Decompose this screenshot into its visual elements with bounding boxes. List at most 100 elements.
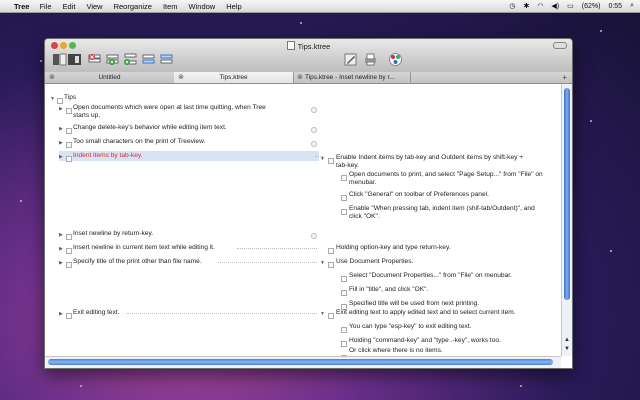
list-item-selected[interactable]: Indent items by tab-key.: [73, 151, 143, 161]
disclosure-triangle-icon[interactable]: ▼: [320, 311, 325, 317]
list-item[interactable]: Exit editing text.: [73, 308, 120, 318]
item-checkbox[interactable]: [66, 313, 72, 319]
vertical-scrollbar[interactable]: ▲ ▼: [561, 84, 572, 356]
item-checkbox[interactable]: [66, 262, 72, 268]
disclosure-triangle-icon[interactable]: ▶: [59, 154, 63, 160]
horizontal-scrollbar[interactable]: [45, 356, 561, 368]
tab-close-icon[interactable]: ⊗: [49, 72, 55, 83]
battery-icon[interactable]: ▭: [567, 2, 574, 10]
view-mode-outline-icon[interactable]: [67, 52, 82, 67]
item-checkbox[interactable]: [66, 128, 72, 134]
delete-item-icon[interactable]: [87, 52, 102, 67]
note-icon[interactable]: [311, 141, 317, 147]
disclosure-triangle-icon[interactable]: ▶: [59, 126, 63, 132]
disclosure-triangle-icon[interactable]: ▼: [50, 96, 55, 102]
list-item[interactable]: Change delete-key's behavior while editi…: [73, 123, 227, 133]
colors-icon[interactable]: [388, 52, 403, 67]
child-item[interactable]: Holding "command-key" and "type .-key", …: [349, 336, 501, 346]
spotlight-icon[interactable]: ⌕: [630, 2, 634, 10]
list-item[interactable]: Inset newline by return-key.: [73, 229, 153, 239]
menu-edit[interactable]: Edit: [63, 2, 76, 11]
item-checkbox[interactable]: [66, 142, 72, 148]
add-child-icon[interactable]: [123, 52, 138, 67]
disclosure-triangle-icon[interactable]: ▶: [59, 140, 63, 146]
bluetooth-icon[interactable]: ✱: [523, 2, 529, 10]
add-tab-icon[interactable]: +: [562, 72, 567, 83]
time-machine-icon[interactable]: ◷: [509, 2, 515, 10]
indent-icon[interactable]: [141, 52, 156, 67]
disclosure-triangle-icon[interactable]: ▶: [59, 106, 63, 112]
item-checkbox[interactable]: [341, 327, 347, 333]
item-checkbox[interactable]: [66, 156, 72, 162]
tab-untitled[interactable]: ⊗ Untitled: [45, 72, 175, 83]
volume-icon[interactable]: ◀): [551, 2, 559, 10]
tab-tips-inset-newline[interactable]: ⊗ Tips.ktree - Inset newline by r...: [293, 72, 411, 83]
disclosure-triangle-icon[interactable]: ▼: [320, 156, 325, 162]
item-checkbox[interactable]: [341, 175, 347, 181]
child-item[interactable]: You can type "esp-key" to exit editing t…: [349, 322, 471, 332]
wifi-icon[interactable]: ◠: [537, 2, 543, 10]
disclosure-triangle-icon[interactable]: ▼: [320, 260, 325, 266]
print-icon[interactable]: [363, 52, 378, 67]
disclosure-triangle-icon[interactable]: ▶: [59, 246, 63, 252]
menu-reorganize[interactable]: Reorganize: [114, 2, 152, 11]
scroll-down-arrow-icon[interactable]: ▼: [564, 346, 570, 352]
menu-file[interactable]: File: [39, 2, 51, 11]
view-mode-tree-icon[interactable]: [52, 52, 67, 67]
child-item[interactable]: Fill in "title", and click "OK".: [349, 285, 428, 295]
child-item[interactable]: Or click where there is no items.: [349, 346, 443, 356]
child-item[interactable]: Click "General" on toolbar of Preference…: [349, 190, 489, 200]
item-checkbox[interactable]: [328, 262, 334, 268]
note-icon[interactable]: [311, 233, 317, 239]
item-checkbox[interactable]: [66, 234, 72, 240]
item-checkbox[interactable]: [328, 158, 334, 164]
tab-close-icon[interactable]: ⊗: [178, 72, 184, 83]
outdent-icon[interactable]: [159, 52, 174, 67]
child-item[interactable]: Use Document Properties.: [336, 257, 413, 267]
child-item[interactable]: Enable Indent items by tab-key and Outde…: [336, 153, 523, 163]
child-item[interactable]: Select "Document Properties..." from "Fi…: [349, 271, 512, 281]
title-bar: Tips.ktree: [45, 39, 572, 73]
tab-tips[interactable]: ⊗ Tips.ktree: [174, 72, 294, 83]
child-item[interactable]: Holding option-key and type return-key.: [336, 243, 451, 253]
document-window: Tips.ktree ⊗ Untitled ⊗ Tips.ktree ⊗ Tips.k…: [44, 38, 573, 369]
item-checkbox[interactable]: [341, 195, 347, 201]
edit-note-icon[interactable]: [343, 52, 358, 67]
item-checkbox[interactable]: [341, 276, 347, 282]
list-item[interactable]: Open documents which were open at last t…: [73, 103, 266, 113]
list-item[interactable]: Specify title of the print other than fi…: [73, 257, 202, 267]
clock[interactable]: 0:55: [608, 3, 622, 10]
item-checkbox[interactable]: [66, 108, 72, 114]
item-checkbox[interactable]: [328, 248, 334, 254]
connector-line: [218, 262, 317, 263]
menu-bar: Tree File Edit View Reorganize Item Wind…: [0, 0, 640, 13]
vertical-scroll-thumb[interactable]: [564, 88, 570, 300]
scroll-up-arrow-icon[interactable]: ▲: [564, 337, 570, 343]
menu-app-name[interactable]: Tree: [14, 2, 29, 11]
menu-view[interactable]: View: [86, 2, 102, 11]
note-icon[interactable]: [311, 127, 317, 133]
disclosure-triangle-icon[interactable]: ▶: [59, 232, 63, 238]
disclosure-triangle-icon[interactable]: ▶: [59, 311, 63, 317]
tab-close-icon[interactable]: ⊗: [297, 72, 303, 83]
item-checkbox[interactable]: [66, 248, 72, 254]
note-icon[interactable]: [311, 107, 317, 113]
list-item[interactable]: Too small characters on the print of Tre…: [73, 137, 205, 147]
item-checkbox[interactable]: [341, 290, 347, 296]
item-checkbox[interactable]: [341, 209, 347, 215]
menu-window[interactable]: Window: [189, 2, 216, 11]
item-checkbox[interactable]: [57, 98, 63, 104]
connector-line: [237, 248, 317, 249]
root-item-label[interactable]: Tips: [64, 93, 76, 103]
add-item-icon[interactable]: [105, 52, 120, 67]
horizontal-scroll-thumb[interactable]: [48, 359, 553, 365]
menu-help[interactable]: Help: [226, 2, 241, 11]
item-checkbox[interactable]: [341, 341, 347, 347]
item-checkbox[interactable]: [328, 313, 334, 319]
child-item[interactable]: Open documents to print, and select "Pag…: [349, 170, 543, 180]
child-item[interactable]: Exit editing text to apply edited text a…: [336, 308, 516, 318]
disclosure-triangle-icon[interactable]: ▶: [59, 260, 63, 266]
menu-item[interactable]: Item: [163, 2, 178, 11]
toolbar-toggle-button[interactable]: [553, 42, 567, 49]
list-item[interactable]: Insert newline in current item text whil…: [73, 243, 215, 253]
